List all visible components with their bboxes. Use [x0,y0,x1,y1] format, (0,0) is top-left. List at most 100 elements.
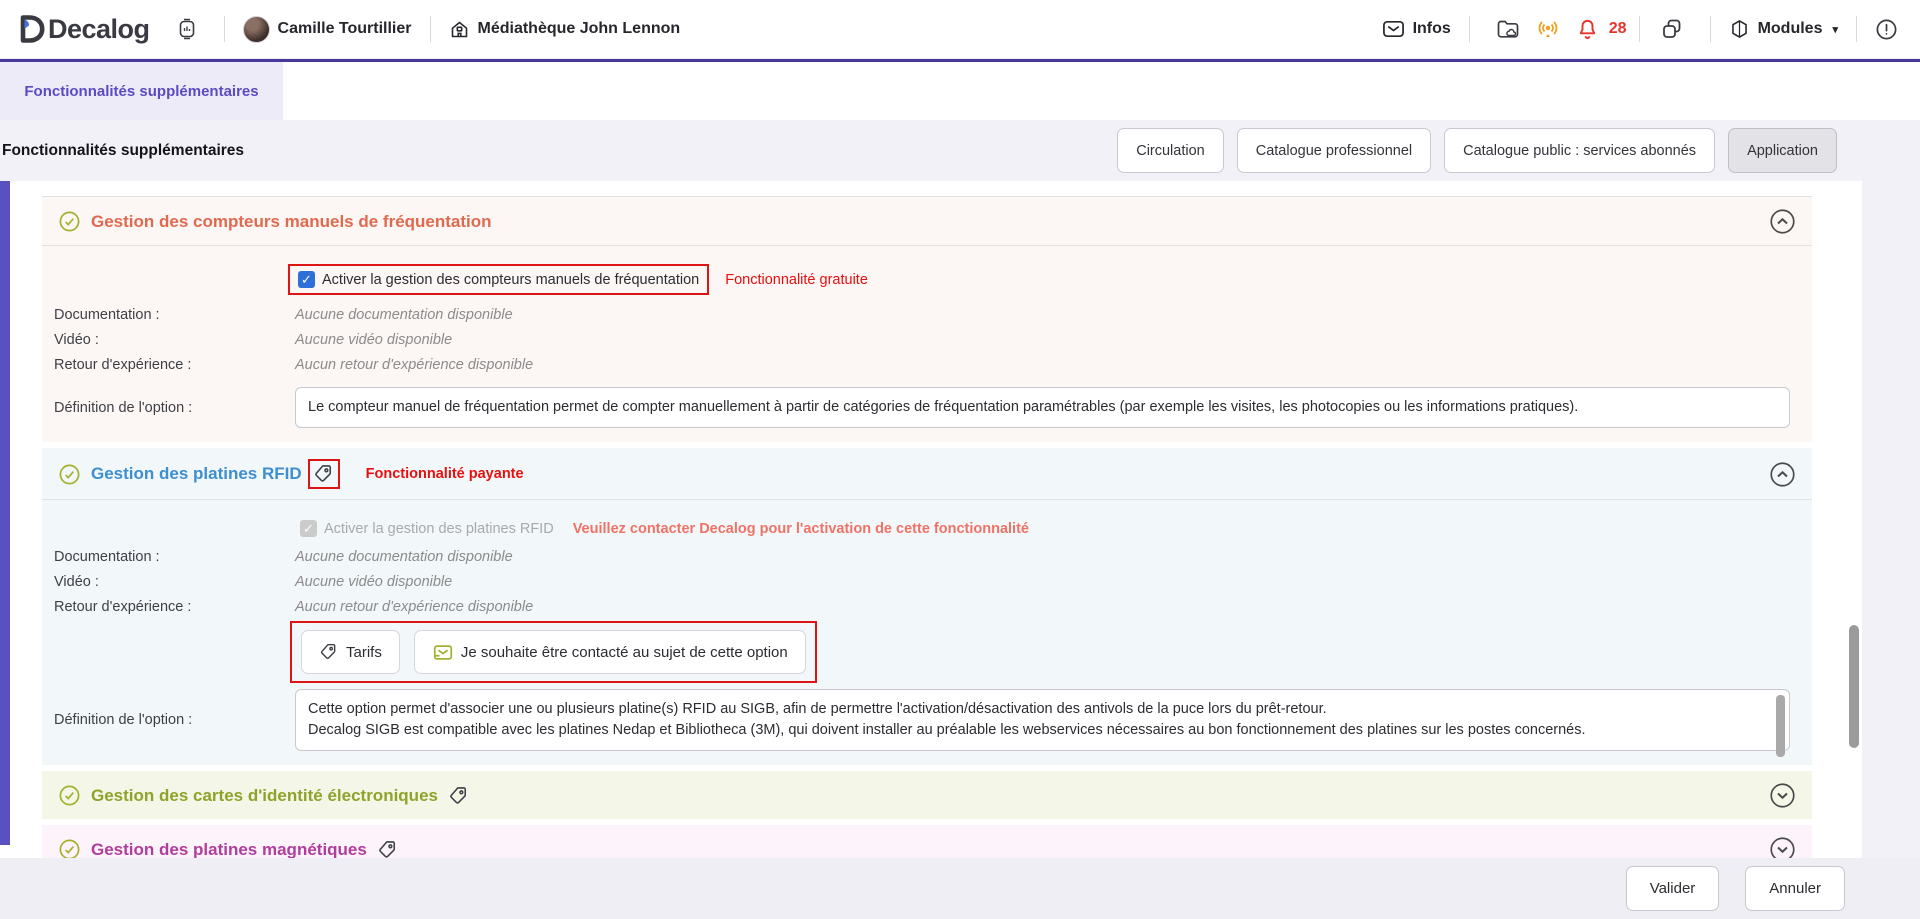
broadcast-icon[interactable] [1536,17,1560,41]
user-menu[interactable]: Camille Tourtillier [243,16,412,43]
contact-decalog-note: Veuillez contacter Decalog pour l'activa… [573,521,1029,537]
header-separator [1639,16,1640,42]
section-body: ✓ Activer la gestion des platines RFID V… [42,500,1812,765]
about-info-icon[interactable] [1875,18,1898,41]
modules-menu[interactable]: Modules ▾ [1729,18,1838,40]
left-accent-bar [0,181,10,845]
activation-checkbox-label: Activer la gestion des compteurs manuels… [322,272,699,288]
header-separator [430,16,431,42]
section-body: ✓ Activer la gestion des compteurs manue… [42,246,1812,442]
definition-text: Le compteur manuel de fréquentation perm… [308,399,1578,415]
feedback-row: Retour d'expérience : Aucun retour d'exp… [42,599,1812,615]
tarifs-button-label: Tarifs [346,644,382,661]
documentation-row: Documentation : Aucune documentation dis… [42,549,1812,565]
header-separator [1469,16,1470,42]
textbox-scrollbar[interactable] [1776,695,1785,757]
circle-check-icon [58,210,81,233]
circle-check-icon [58,463,81,486]
definition-row: Définition de l'option : Cette option pe… [42,689,1812,751]
tarifs-button[interactable]: Tarifs [301,630,400,674]
definition-textbox[interactable]: Cette option permet d'associer une ou pl… [295,689,1790,751]
right-gutter [1862,181,1920,919]
mail-send-icon [432,643,454,662]
section-platines-rfid: Gestion des platines RFID Fonctionnalité… [42,448,1812,765]
page-header: Fonctionnalités supplémentaires Circulat… [0,120,1920,181]
price-tag-icon [319,642,339,662]
section-header: Gestion des cartes d'identité électroniq… [42,771,1812,819]
cancel-button[interactable]: Annuler [1745,866,1845,911]
documentation-row: Documentation : Aucune documentation dis… [42,307,1812,323]
infos-button[interactable]: Infos [1382,19,1451,39]
section-header: Gestion des platines RFID Fonctionnalité… [42,448,1812,500]
top-header: Decalog Camille Tourtillier Médiathèque … [0,0,1920,59]
feedback-value: Aucun retour d'expérience disponible [295,599,533,615]
category-buttons: Circulation Catalogue professionnel Cata… [1117,128,1837,173]
pricing-note: Fonctionnalité gratuite [725,272,868,288]
annotation-red-box: ✓ Activer la gestion des compteurs manue… [288,264,709,295]
page-title: Fonctionnalités supplémentaires [2,142,244,160]
video-row: Vidéo : Aucune vidéo disponible [42,332,1812,348]
category-button-application[interactable]: Application [1728,128,1837,173]
notifications-bell-icon[interactable] [1576,17,1599,41]
price-tag-icon [313,463,335,485]
notification-count: 28 [1609,20,1627,38]
activation-checkbox[interactable]: ✓ [298,271,315,288]
section-title: Gestion des compteurs manuels de fréquen… [91,212,492,232]
circle-check-icon [58,784,81,807]
infos-label: Infos [1413,20,1451,38]
page-scrollbar[interactable] [1849,625,1859,748]
user-name: Camille Tourtillier [278,20,412,38]
section-cartes-identite: Gestion des cartes d'identité électroniq… [42,771,1812,819]
video-label: Vidéo : [54,574,295,590]
definition-textbox[interactable]: Le compteur manuel de fréquentation perm… [295,387,1790,428]
activation-row: ✓ Activer la gestion des platines RFID V… [300,520,1812,537]
documentation-value: Aucune documentation disponible [295,307,513,323]
collapse-section-button[interactable] [1769,461,1796,488]
tab-bar: Fonctionnalités supplémentaires [0,59,1920,120]
tab-label: Fonctionnalités supplémentaires [24,83,258,100]
folder-sync-icon[interactable] [1496,18,1520,40]
library-selector[interactable]: Médiathèque John Lennon [449,19,681,40]
contact-request-button[interactable]: Je souhaite être contacté au sujet de ce… [414,630,806,674]
definition-text-line2: Decalog SIGB est compatible avec les pla… [308,720,1767,741]
main-content: Gestion des compteurs manuels de fréquen… [0,181,1920,919]
pricing-note: Fonctionnalité payante [366,466,524,482]
header-separator [1856,16,1857,42]
contact-button-label: Je souhaite être contacté au sujet de ce… [461,644,788,661]
header-separator [1710,16,1711,42]
footer-actions: Valider Annuler [0,858,1920,919]
modules-cube-icon [1729,18,1750,40]
documentation-label: Documentation : [54,549,295,565]
modules-label: Modules [1758,20,1823,38]
library-name: Médiathèque John Lennon [478,20,681,38]
definition-text-line1: Cette option permet d'associer une ou pl… [308,699,1767,720]
definition-label: Définition de l'option : [54,712,295,728]
library-home-icon [449,19,470,40]
video-value: Aucune vidéo disponible [295,574,452,590]
link-apps-icon[interactable] [1660,17,1684,41]
option-actions-row: Tarifs Je souhaite être contacté au suj [290,621,1812,683]
video-value: Aucune vidéo disponible [295,332,452,348]
category-button-catalogue-professionnel[interactable]: Catalogue professionnel [1237,128,1431,173]
logo-text: Decalog [48,14,150,45]
chevron-down-icon: ▾ [1832,23,1838,36]
decalog-logo[interactable]: Decalog [18,14,150,45]
category-button-catalogue-public[interactable]: Catalogue public : services abonnés [1444,128,1715,173]
feedback-label: Retour d'expérience : [54,599,295,615]
documentation-label: Documentation : [54,307,295,323]
price-tag-icon [448,785,470,807]
documentation-value: Aucune documentation disponible [295,549,513,565]
category-button-circulation[interactable]: Circulation [1117,128,1224,173]
expand-section-button[interactable] [1769,782,1796,809]
validate-button[interactable]: Valider [1626,866,1720,911]
definition-row: Définition de l'option : Le compteur man… [42,387,1812,428]
collapse-section-button[interactable] [1769,208,1796,235]
device-icon[interactable] [176,17,198,41]
activation-row: ✓ Activer la gestion des compteurs manue… [288,264,1812,295]
header-separator [224,16,225,42]
feedback-value: Aucun retour d'expérience disponible [295,357,533,373]
video-label: Vidéo : [54,332,295,348]
section-header: Gestion des compteurs manuels de fréquen… [42,197,1812,246]
tab-fonctionnalites-supplementaires[interactable]: Fonctionnalités supplémentaires [0,62,283,120]
feature-sections: Gestion des compteurs manuels de fréquen… [42,196,1812,879]
